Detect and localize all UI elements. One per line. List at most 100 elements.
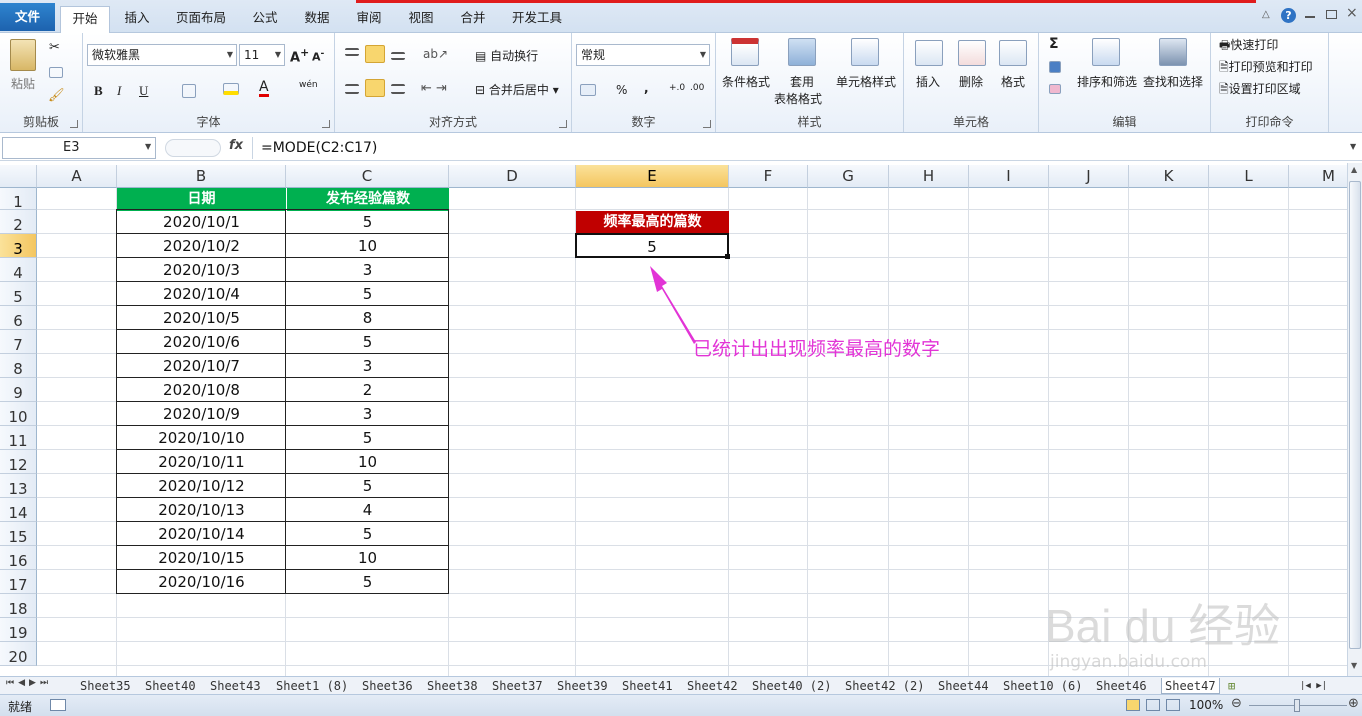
tab-review[interactable]: 审阅 [348, 6, 390, 33]
column-header-j[interactable]: J [1049, 165, 1129, 188]
print-preview-button[interactable]: 🗎打印预览和打印 [1219, 58, 1313, 79]
alignment-launcher-icon[interactable] [559, 120, 567, 128]
normal-view-icon[interactable] [1126, 699, 1140, 711]
sort-filter-button[interactable]: 排序和筛选 [1077, 73, 1137, 90]
sheet-tab[interactable]: Sheet42 (2) [845, 678, 924, 694]
formula-divider-handle[interactable] [165, 139, 221, 157]
font-color-icon[interactable]: A [259, 80, 269, 97]
currency-icon[interactable] [580, 84, 596, 96]
clear-icon[interactable] [1049, 84, 1061, 94]
bold-button[interactable]: B [94, 83, 103, 99]
column-header-m[interactable]: M [1289, 165, 1347, 188]
format-painter-icon[interactable]: 🖌 [48, 88, 65, 103]
select-all-corner[interactable] [0, 165, 37, 188]
restore-icon[interactable] [1326, 10, 1337, 19]
table-format-button-line2[interactable]: 表格格式 [774, 90, 822, 107]
scroll-thumb[interactable] [1349, 181, 1361, 649]
sheet-nav-icons[interactable]: ⏮◀▶⏭ [6, 678, 52, 688]
comma-button[interactable]: , [644, 81, 649, 95]
cut-icon[interactable]: ✂ [49, 40, 60, 55]
format-cells-icon[interactable] [999, 40, 1027, 66]
sheet-tab[interactable]: Sheet40 (2) [752, 678, 831, 694]
row-header-20[interactable]: 20 [0, 642, 37, 666]
row-header-19[interactable]: 19 [0, 618, 37, 642]
sheet-tab[interactable]: Sheet37 [492, 678, 543, 694]
row-header-7[interactable]: 7 [0, 330, 37, 354]
zoom-out-icon[interactable]: ⊖ [1231, 696, 1242, 711]
name-box[interactable]: E3 [2, 137, 156, 159]
expand-formula-icon[interactable]: ▼ [1350, 142, 1356, 151]
row-header-16[interactable]: 16 [0, 546, 37, 570]
conditional-format-button[interactable]: 条件格式 [722, 73, 770, 90]
row-header-15[interactable]: 15 [0, 522, 37, 546]
row-header-5[interactable]: 5 [0, 282, 37, 306]
column-header-k[interactable]: K [1129, 165, 1209, 188]
row-header-17[interactable]: 17 [0, 570, 37, 594]
border-icon[interactable] [182, 84, 196, 98]
row-header-10[interactable]: 10 [0, 402, 37, 426]
tab-home[interactable]: 开始 [60, 6, 110, 34]
sheet-tab[interactable]: Sheet41 [622, 678, 673, 694]
align-right-icon[interactable] [391, 84, 405, 94]
zoom-level[interactable]: 100% [1189, 698, 1223, 712]
sheet-tab[interactable]: Sheet43 [210, 678, 261, 694]
font-launcher-icon[interactable] [322, 120, 330, 128]
tab-data[interactable]: 数据 [296, 6, 338, 33]
column-header-f[interactable]: F [729, 165, 808, 188]
phonetic-icon[interactable]: wén [299, 80, 318, 90]
orientation-icon[interactable]: ab↗ [423, 47, 448, 61]
row-header-2[interactable]: 2 [0, 210, 37, 234]
tab-page-layout[interactable]: 页面布局 [168, 6, 234, 33]
row-header-3[interactable]: 3 [0, 234, 37, 258]
increase-decimal-button[interactable]: +.0 [669, 83, 685, 93]
percent-button[interactable]: % [616, 83, 627, 97]
tab-developer[interactable]: 开发工具 [504, 6, 570, 33]
column-header-b[interactable]: B [117, 165, 286, 188]
shrink-font-icon[interactable]: A- [312, 48, 324, 64]
align-top-icon[interactable] [345, 48, 359, 56]
autosum-icon[interactable]: Σ [1049, 36, 1059, 52]
row-header-18[interactable]: 18 [0, 594, 37, 618]
align-bottom-icon[interactable] [391, 52, 405, 60]
align-left-icon[interactable] [345, 84, 359, 94]
cell-styles-button[interactable]: 单元格样式 [836, 73, 896, 90]
row-header-12[interactable]: 12 [0, 450, 37, 474]
copy-icon[interactable] [49, 67, 63, 78]
column-header-g[interactable]: G [808, 165, 889, 188]
tab-view[interactable]: 视图 [400, 6, 442, 33]
delete-cells-button[interactable]: 删除 [959, 73, 983, 90]
sort-filter-icon[interactable] [1092, 38, 1120, 66]
row-header-1[interactable]: 1 [0, 188, 37, 211]
italic-button[interactable]: I [117, 83, 121, 99]
grow-font-icon[interactable]: A+ [290, 46, 309, 65]
row-header-6[interactable]: 6 [0, 306, 37, 330]
column-header-e[interactable]: E [576, 165, 729, 188]
column-header-a[interactable]: A [37, 165, 117, 188]
print-area-button[interactable]: 🗎设置打印区域 [1219, 80, 1301, 101]
sheet-tab[interactable]: Sheet44 [938, 678, 989, 694]
find-select-icon[interactable] [1159, 38, 1187, 66]
sheet-tab[interactable]: Sheet40 [145, 678, 196, 694]
cell-styles-icon[interactable] [851, 38, 879, 66]
insert-cells-icon[interactable] [915, 40, 943, 66]
name-box-dropdown-icon[interactable]: ▼ [145, 142, 151, 151]
vertical-scrollbar[interactable]: ▲ ▼ [1347, 163, 1362, 676]
row-header-9[interactable]: 9 [0, 378, 37, 402]
font-size-select[interactable]: 11 ▼ [239, 44, 285, 66]
sheet-tab[interactable]: Sheet39 [557, 678, 608, 694]
sheet-tab[interactable]: Sheet46 [1096, 678, 1147, 694]
row-header-8[interactable]: 8 [0, 354, 37, 378]
align-center-icon[interactable] [365, 79, 385, 97]
paste-button[interactable]: 粘贴 [11, 75, 35, 92]
tab-insert[interactable]: 插入 [113, 6, 161, 33]
align-middle-icon[interactable] [365, 45, 385, 63]
format-cells-button[interactable]: 格式 [1001, 73, 1025, 90]
column-header-h[interactable]: H [889, 165, 969, 188]
row-header-4[interactable]: 4 [0, 258, 37, 282]
font-name-select[interactable]: 微软雅黑 ▼ [87, 44, 237, 66]
row-header-11[interactable]: 11 [0, 426, 37, 450]
collapse-ribbon-icon[interactable]: △ [1262, 9, 1270, 20]
close-icon[interactable]: × [1346, 5, 1358, 21]
wrap-text-button[interactable]: ▤ 自动换行 [475, 47, 538, 64]
number-format-select[interactable]: 常规 ▼ [576, 44, 710, 66]
